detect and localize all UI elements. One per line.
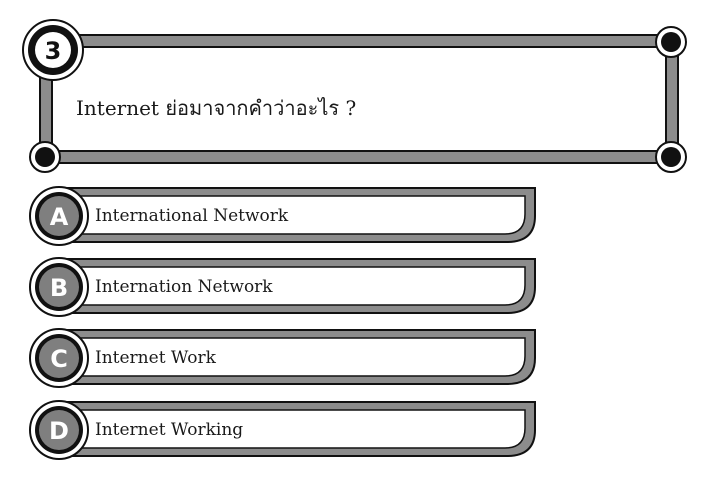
- option-d-letter: D: [49, 417, 69, 445]
- quiz-card: 3 A B C D Internet ย่อมาจากคำว่าอะไร ? I…: [0, 0, 721, 481]
- question-text: Internet ย่อมาจากคำว่าอะไร ?: [76, 96, 357, 120]
- corner-dot-top-right: [655, 26, 687, 58]
- option-c-letter: C: [50, 345, 68, 373]
- quiz-frame-graphics: 3 A B C D: [22, 19, 687, 460]
- corner-dot-bottom-left: [29, 141, 61, 173]
- question-number: 3: [45, 37, 62, 65]
- option-b-label[interactable]: Internation Network: [95, 277, 273, 297]
- option-b-letter: B: [50, 274, 68, 302]
- question-number-badge: 3: [22, 19, 84, 81]
- option-a-letter: A: [50, 203, 69, 231]
- corner-dot-bottom-right: [655, 141, 687, 173]
- option-d-label[interactable]: Internet Working: [95, 420, 243, 440]
- option-c-label[interactable]: Internet Work: [95, 348, 216, 368]
- option-a-label[interactable]: International Network: [95, 206, 288, 226]
